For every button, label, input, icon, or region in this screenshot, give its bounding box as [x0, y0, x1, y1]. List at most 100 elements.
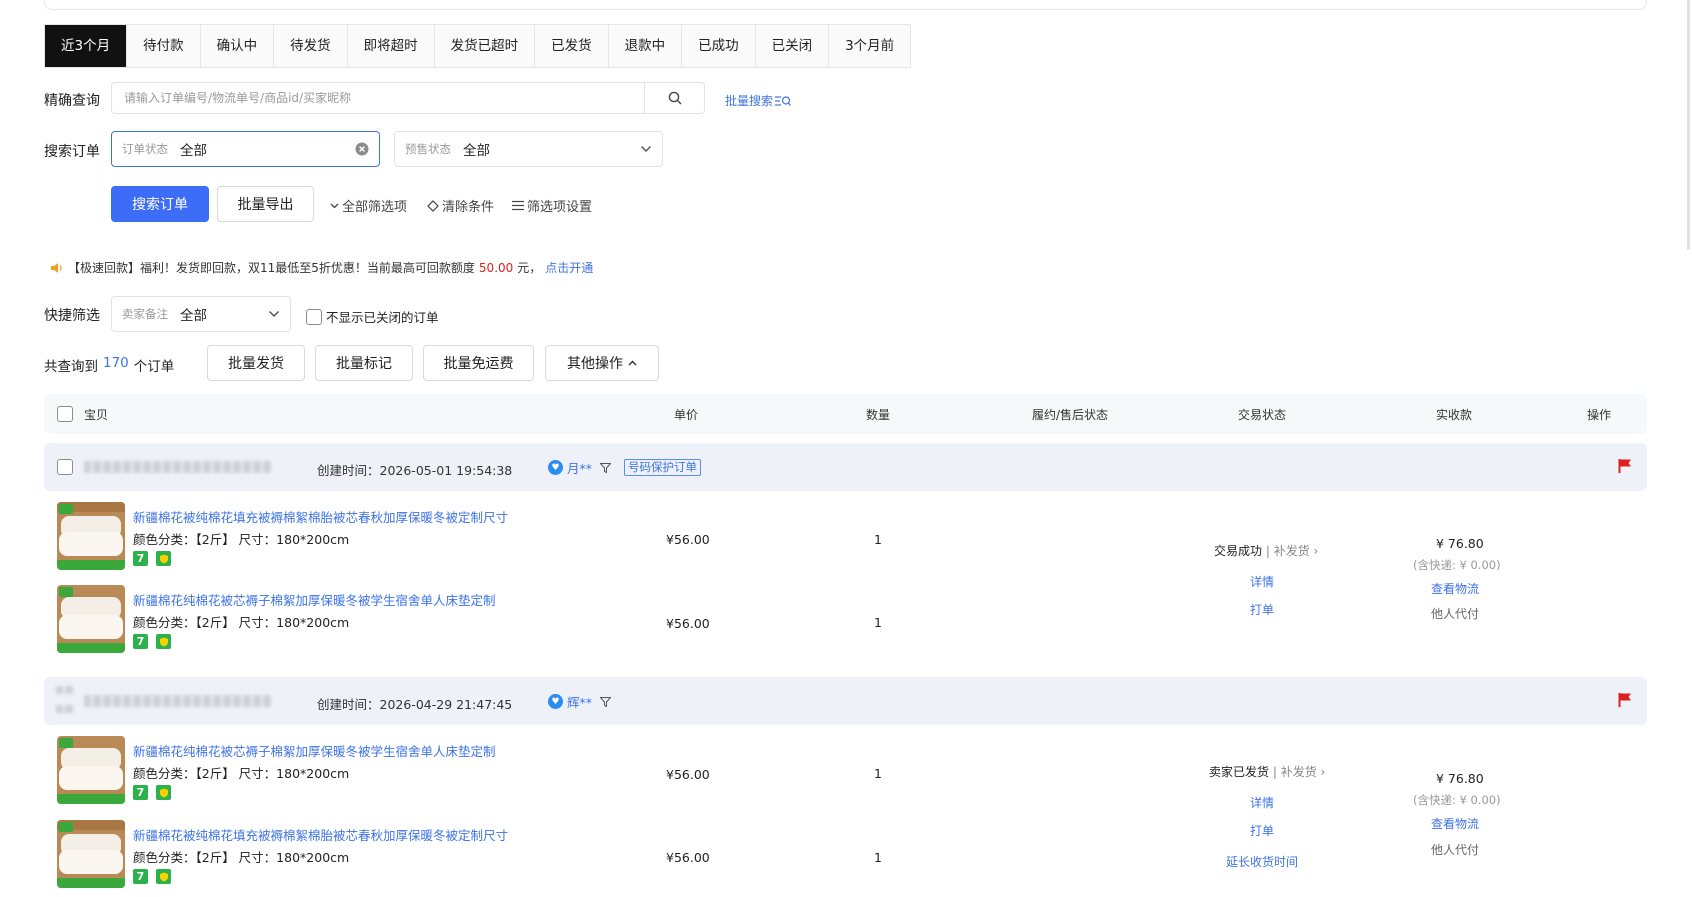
trade-status: 交易成功 | 补发货 ›	[1214, 542, 1318, 559]
notice-activate-link[interactable]: 点击开通	[545, 259, 593, 276]
print-order-link[interactable]: 打单	[1250, 822, 1274, 839]
order-count-summary: 共查询到 170 个订单	[44, 355, 174, 375]
flag-icon[interactable]	[1618, 692, 1632, 708]
select-all-checkbox[interactable]	[57, 406, 73, 422]
col-item: 宝贝	[84, 408, 109, 422]
filter-icon[interactable]	[600, 462, 612, 473]
presale-status-select[interactable]: 预售状态 全部	[394, 131, 663, 167]
chevron-down-icon	[640, 145, 652, 153]
tab-about-timeout[interactable]: 即将超时	[348, 25, 435, 67]
product-attributes: 颜色分类：【2斤】 尺寸：180*200cm	[133, 532, 350, 547]
search-orders-button[interactable]: 搜索订单	[111, 186, 209, 222]
tab-success[interactable]: 已成功	[682, 25, 756, 67]
list-search-icon	[775, 95, 791, 106]
product-thumbnail[interactable]	[57, 736, 125, 804]
product-attributes: 颜色分类：【2斤】 尺寸：180*200cm	[133, 615, 350, 630]
count-prefix: 共查询到	[44, 359, 98, 375]
tab-confirming[interactable]: 确认中	[201, 25, 275, 67]
page-scrollbar[interactable]	[1687, 0, 1690, 250]
product-title-link[interactable]: 新疆棉花纯棉花被芯褥子棉絮加厚保暖冬被学生宿舍单人床垫定制	[133, 590, 496, 609]
buyer-nickname[interactable]: ♥ 月**	[548, 458, 612, 477]
table-header	[44, 394, 1647, 434]
product-title-link[interactable]: 新疆棉花被纯棉花填充被褥棉絮棉胎被芯春秋加厚保暖冬被定制尺寸	[133, 825, 508, 844]
service-badges: 7	[133, 634, 171, 649]
tab-3-months[interactable]: 近3个月	[45, 25, 128, 67]
batch-mark-button[interactable]: 批量标记	[315, 345, 413, 381]
batch-free-shipping-button[interactable]: 批量免运费	[423, 345, 534, 381]
filter-settings-button[interactable]: 筛选项设置	[512, 196, 592, 215]
chevron-down-icon	[330, 203, 339, 208]
batch-export-button[interactable]: 批量导出	[217, 186, 314, 222]
buyer-name: 月**	[567, 461, 593, 476]
view-logistics-link[interactable]: 查看物流	[1431, 815, 1479, 832]
other-operations-button[interactable]: 其他操作	[545, 345, 659, 381]
shipping-fee: (含快递: ¥ 0.00)	[1413, 793, 1501, 807]
chat-icon: ♥	[548, 460, 563, 475]
seven-day-return-icon: 7	[133, 551, 148, 566]
quantity: 1	[874, 615, 882, 630]
order-status-select[interactable]: 订单状态 全部	[111, 131, 380, 167]
batch-ship-button[interactable]: 批量发货	[207, 345, 305, 381]
trade-status: 卖家已发货 | 补发货 ›	[1209, 763, 1325, 780]
service-badges: 7	[133, 869, 171, 884]
guarantee-icon	[156, 785, 171, 800]
tab-shipped[interactable]: 已发货	[535, 25, 609, 67]
filter-icon[interactable]	[600, 696, 612, 707]
search-order-label: 搜索订单	[44, 144, 100, 160]
reship-link[interactable]: | 补发货 ›	[1266, 544, 1319, 558]
extend-receipt-link[interactable]: 延长收货时间	[1226, 853, 1298, 870]
clear-conditions-label: 清除条件	[442, 200, 495, 215]
product-thumbnail[interactable]	[57, 585, 125, 653]
trade-status-text: 交易成功	[1214, 544, 1263, 558]
chevron-up-icon	[628, 360, 637, 366]
quantity: 1	[874, 766, 882, 781]
quantity: 1	[874, 532, 882, 547]
privacy-order-tag: 号码保护订单	[624, 459, 701, 476]
buyer-name: 辉**	[567, 695, 593, 710]
order-header	[44, 677, 1647, 725]
product-thumbnail[interactable]	[57, 820, 125, 888]
tab-refunding[interactable]: 退款中	[609, 25, 683, 67]
detail-link[interactable]: 详情	[1250, 573, 1274, 590]
tab-before-3-months[interactable]: 3个月前	[829, 25, 910, 67]
service-badges: 7	[133, 551, 171, 566]
order-checkbox[interactable]	[57, 459, 73, 475]
chat-icon: ♥	[548, 694, 563, 709]
product-title-link[interactable]: 新疆棉花纯棉花被芯褥子棉絮加厚保暖冬被学生宿舍单人床垫定制	[133, 741, 496, 760]
product-thumbnail[interactable]	[57, 502, 125, 570]
precise-search-input[interactable]	[112, 83, 644, 113]
buyer-nickname[interactable]: ♥ 辉**	[548, 692, 612, 711]
detail-link[interactable]: 详情	[1250, 794, 1274, 811]
clear-icon[interactable]	[355, 142, 369, 156]
unit-price: ¥56.00	[666, 616, 710, 631]
hide-closed-option[interactable]: 不显示已关闭的订单	[306, 307, 439, 326]
tab-to-ship[interactable]: 待发货	[274, 25, 348, 67]
seller-remark-select[interactable]: 卖家备注 全部	[111, 296, 291, 332]
redacted-mark	[56, 686, 74, 694]
count-suffix: 个订单	[133, 359, 175, 375]
hide-closed-checkbox[interactable]	[306, 308, 322, 325]
flag-icon[interactable]	[1618, 458, 1632, 474]
order-status-key: 订单状态	[122, 142, 168, 156]
precise-search-button[interactable]	[644, 83, 704, 113]
created-time: 创建时间：2026-04-29 21:47:45	[317, 697, 513, 712]
top-panel-edge	[44, 0, 1647, 10]
all-filters-toggle[interactable]: 全部筛选项	[330, 196, 407, 215]
presale-status-key: 预售状态	[405, 142, 451, 156]
seller-remark-key: 卖家备注	[122, 307, 168, 321]
print-order-link[interactable]: 打单	[1250, 601, 1274, 618]
order-tabs: 近3个月 待付款 确认中 待发货 即将超时 发货已超时 已发货 退款中 已成功 …	[44, 24, 912, 68]
view-logistics-link[interactable]: 查看物流	[1431, 580, 1479, 597]
product-title-link[interactable]: 新疆棉花被纯棉花填充被褥棉絮棉胎被芯春秋加厚保暖冬被定制尺寸	[133, 507, 508, 526]
tab-closed[interactable]: 已关闭	[756, 25, 830, 67]
tab-ship-timeout[interactable]: 发货已超时	[435, 25, 536, 67]
notice-text: 【极速回款】福利！发货即回款，双11最低至5折优惠！当前最高可回款额度	[68, 261, 475, 275]
reship-link[interactable]: | 补发货 ›	[1273, 765, 1326, 779]
col-qty: 数量	[866, 408, 891, 422]
notice-unit: 元，	[517, 261, 542, 275]
batch-search-link[interactable]: 批量搜索	[725, 92, 791, 109]
quantity: 1	[874, 850, 882, 865]
tab-pending-payment[interactable]: 待付款	[127, 25, 201, 67]
precise-search-box	[111, 82, 705, 114]
clear-conditions-button[interactable]: 清除条件	[427, 196, 494, 215]
